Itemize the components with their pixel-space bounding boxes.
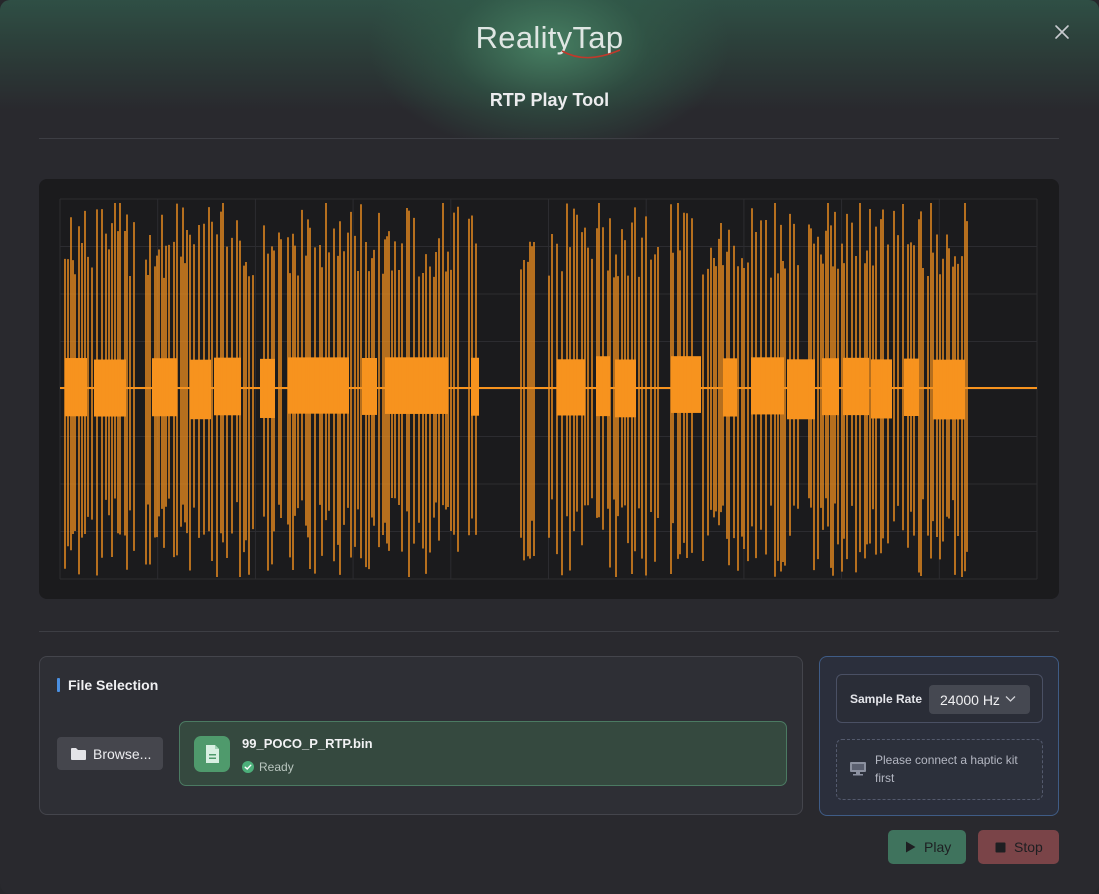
page-title: RTP Play Tool (489, 90, 610, 110)
file-status: Ready (242, 760, 294, 774)
file-selection-title: File Selection (68, 677, 159, 693)
waveform-chart (59, 198, 1038, 580)
file-selection-heading: File Selection (57, 677, 158, 693)
selected-file-item[interactable]: 99_POCO_P_RTP.bin Ready (179, 721, 787, 786)
stop-label: Stop (1014, 839, 1043, 855)
waveform-panel (39, 179, 1059, 599)
file-selection-card: File Selection Browse... 99_POCO_P_RTP.b… (39, 656, 803, 815)
play-button[interactable]: Play (888, 830, 966, 864)
file-name: 99_POCO_P_RTP.bin (242, 736, 373, 751)
stop-button[interactable]: Stop (978, 830, 1059, 864)
file-status-label: Ready (259, 760, 294, 774)
device-config-card: Sample Rate 24000 Hz Please connect a ha… (819, 656, 1059, 816)
brand-swoosh-icon (561, 49, 621, 59)
sample-rate-value: 24000 Hz (940, 692, 1000, 708)
rtp-play-dialog: RealityTap RTP Play Tool File Selection … (0, 0, 1099, 894)
sample-rate-label: Sample Rate (850, 692, 923, 706)
section-divider (39, 631, 1059, 632)
header-divider (39, 138, 1059, 139)
check-circle-icon (242, 761, 254, 773)
sample-rate-group: Sample Rate 24000 Hz (836, 674, 1043, 723)
browse-button[interactable]: Browse... (57, 737, 163, 770)
play-icon (906, 841, 916, 853)
sample-rate-select[interactable]: 24000 Hz (929, 685, 1030, 714)
play-label: Play (924, 839, 952, 855)
monitor-icon (850, 762, 866, 776)
brand-logo: RealityTap (475, 20, 624, 55)
close-button[interactable] (1052, 22, 1072, 42)
connect-message: Please connect a haptic kit first (875, 753, 1018, 785)
chevron-down-icon (1005, 696, 1016, 702)
file-icon-badge (194, 736, 230, 772)
folder-icon (71, 747, 86, 760)
stop-icon (995, 842, 1006, 852)
heading-accent-bar (57, 678, 60, 692)
device-connect-notice: Please connect a haptic kit first (836, 739, 1043, 800)
file-icon (206, 745, 219, 763)
close-icon (1055, 25, 1069, 39)
browse-label: Browse... (93, 745, 152, 762)
